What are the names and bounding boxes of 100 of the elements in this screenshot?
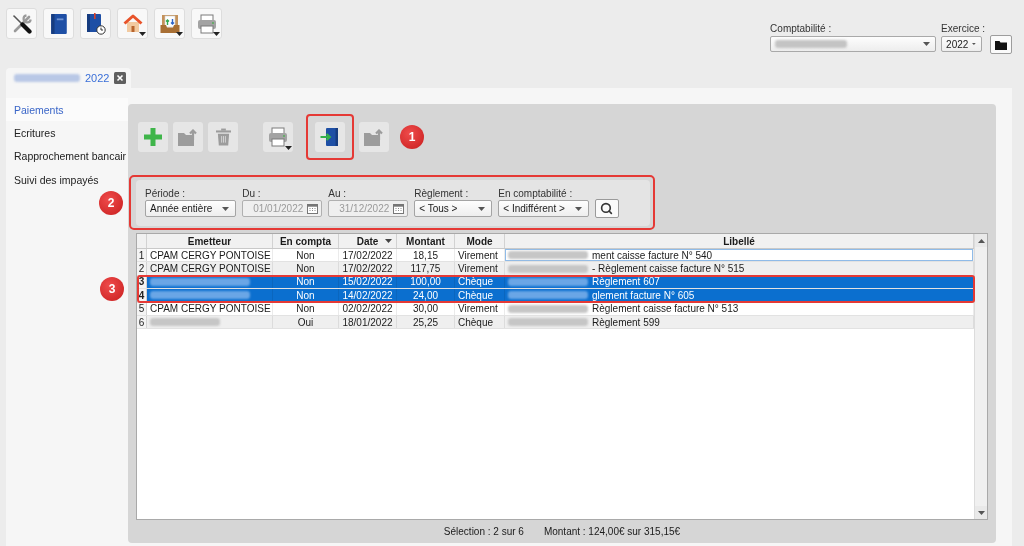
table-cell: 25,25 <box>397 315 455 329</box>
column-header[interactable]: Montant <box>397 234 455 248</box>
table-cell: Virement <box>455 262 505 275</box>
dropdown[interactable]: Année entière <box>145 200 237 217</box>
table-cell: - Règlement caisse facture N° 515 <box>592 263 745 275</box>
table-cell: ment caisse facture N° 540 <box>592 249 713 261</box>
table-cell: Chèque <box>455 315 505 329</box>
row-number: 4 <box>137 289 147 302</box>
row-number: 2 <box>137 262 147 275</box>
table-cell: Règlement caisse facture N° 513 <box>592 303 739 315</box>
folder-upload-icon <box>364 128 384 146</box>
plus-icon <box>144 128 162 146</box>
row-number: 6 <box>137 315 147 329</box>
table-cell: 117,75 <box>397 262 455 275</box>
caret-icon <box>222 206 230 211</box>
table-row[interactable]: 1 CPAM CERGY PONTOISE Non 17/02/2022 18,15 Virement ment caisse facture N° 540 <box>137 249 974 263</box>
callout-number: 2 <box>99 190 123 215</box>
field-label: Exercice : <box>941 23 985 34</box>
table-cell: Oui <box>273 315 339 329</box>
toolbar-button[interactable] <box>80 8 111 39</box>
table-cell: Virement <box>455 249 505 262</box>
trash-icon <box>215 128 231 146</box>
table-cell: Non <box>273 289 339 302</box>
column-header[interactable]: Mode <box>455 234 505 248</box>
table-cell: CPAM CERGY PONTOISE <box>147 262 273 275</box>
table-cell: Non <box>273 302 339 315</box>
tray-arrows-icon <box>159 13 180 34</box>
printer-icon <box>196 13 217 34</box>
column-header[interactable]: En compta <box>273 234 339 248</box>
search-button[interactable] <box>594 199 619 218</box>
sort-caret-icon <box>385 239 392 243</box>
column-header[interactable]: Emetteur <box>147 234 273 248</box>
column-header[interactable]: Date <box>339 234 397 248</box>
callout-number: 1 <box>400 125 424 149</box>
close-icon[interactable] <box>114 72 127 84</box>
house-icon <box>122 14 143 33</box>
year-select[interactable]: 2022 <box>941 36 983 52</box>
folder-icon <box>994 39 1008 50</box>
field-label: Du : <box>242 188 262 199</box>
up-arrow-icon <box>977 238 985 243</box>
table-cell: 24,00 <box>397 289 455 302</box>
printer-icon <box>268 127 288 147</box>
caret-icon <box>139 32 146 36</box>
table-cell: 17/02/2022 <box>339 262 397 275</box>
table-cell: Chèque <box>455 289 505 302</box>
table-cell: glement facture N° 605 <box>592 289 695 301</box>
field-label: Règlement : <box>414 188 470 199</box>
caret-icon <box>176 32 183 36</box>
field-label: En comptabilité : <box>498 188 574 199</box>
wrench-screwdriver-icon <box>11 13 32 34</box>
blurred-text <box>150 318 220 327</box>
toolbar-button[interactable] <box>315 122 345 152</box>
toolbar-button[interactable] <box>6 8 37 39</box>
table-cell: Règlement 607 <box>592 276 660 288</box>
caret-icon <box>285 146 292 150</box>
row-number: 3 <box>137 275 147 289</box>
table-cell: CPAM CERGY PONTOISE <box>147 302 273 315</box>
sidebar-item[interactable]: Rapprochement bancair <box>6 144 128 169</box>
dropdown[interactable]: < Tous > <box>414 200 493 217</box>
table-cell: 17/02/2022 <box>339 249 397 262</box>
sidebar-item[interactable]: Paiements <box>6 98 128 122</box>
table-cell: 18/01/2022 <box>339 315 397 329</box>
table-cell: 02/02/2022 <box>339 302 397 315</box>
dropdown[interactable]: < Indifférent > <box>498 200 589 217</box>
book-arrow-icon <box>320 127 340 147</box>
book-clock-icon <box>85 12 106 35</box>
table-row[interactable]: 2 CPAM CERGY PONTOISE Non 17/02/2022 117,75 Virement - Règlement caisse facture N° 515 <box>137 262 974 276</box>
calendar-icon <box>307 203 319 214</box>
sidebar-item[interactable]: Suivi des impayés <box>6 168 128 192</box>
search-icon <box>600 202 614 215</box>
calendar-icon <box>393 203 405 214</box>
sidebar-item[interactable]: Ecritures <box>6 121 128 145</box>
status-text: Montant : 124,00€ sur 315,15€ <box>543 526 681 537</box>
caret-icon <box>478 206 486 211</box>
caret-icon <box>574 206 582 211</box>
row-number: 1 <box>137 249 147 262</box>
table-cell: Non <box>273 262 339 275</box>
down-arrow-icon <box>977 510 985 515</box>
table-cell: 18,15 <box>397 249 455 262</box>
open-folder-button[interactable] <box>990 35 1012 54</box>
scrollbar[interactable] <box>974 234 987 519</box>
table-cell: 30,00 <box>397 302 455 315</box>
book-icon <box>50 13 67 34</box>
caret-icon <box>213 32 220 36</box>
row-number: 5 <box>137 302 147 315</box>
toolbar-button[interactable] <box>43 8 74 39</box>
scroll-up-button[interactable] <box>975 234 987 247</box>
caret-icon <box>923 42 931 46</box>
table-cell: Virement <box>455 302 505 315</box>
status-text: Sélection : 2 sur 6 <box>443 526 524 537</box>
table-cell: 14/02/2022 <box>339 289 397 302</box>
tab[interactable]: 2022 <box>6 68 132 88</box>
blurred-text <box>14 74 80 82</box>
scroll-down-button[interactable] <box>975 506 987 519</box>
caret-icon <box>972 42 977 46</box>
field-label: Au : <box>328 188 348 199</box>
table-cell: CPAM CERGY PONTOISE <box>147 249 273 262</box>
field-label: Comptabilité : <box>770 23 833 34</box>
callout-number: 3 <box>100 276 124 301</box>
folder-upload-icon <box>178 128 198 146</box>
